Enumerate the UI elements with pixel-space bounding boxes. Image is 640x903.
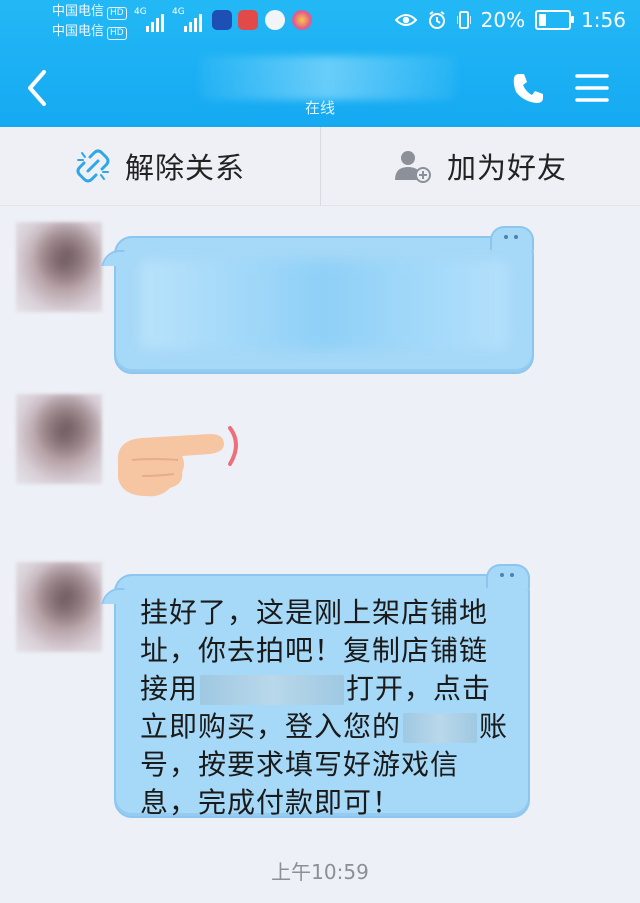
- pointing-hand-icon: [117, 426, 238, 497]
- message-text: 挂好了，这是刚上架店铺地址，你去拍吧！复制店铺链接用 打开，点击立即购买，登入您的…: [140, 594, 510, 822]
- app-notification-icon: [212, 10, 232, 30]
- carrier-2: 中国电信 HD: [52, 24, 127, 40]
- hd-badge: HD: [107, 27, 127, 40]
- clock: 1:56: [581, 8, 626, 32]
- phone-icon: [513, 74, 543, 103]
- battery-percent: 20%: [480, 8, 526, 32]
- status-right: 20% 1:56: [394, 8, 626, 32]
- bubble-hippo-decoration: [490, 226, 534, 250]
- vibrate-icon: [456, 11, 471, 29]
- gallery-app-icon: [292, 10, 312, 30]
- bubble-tail: [101, 250, 125, 266]
- carrier-2-label: 中国电信: [52, 24, 105, 39]
- add-friend-label: 加为好友: [446, 151, 567, 185]
- menu-button[interactable]: [574, 70, 610, 106]
- book-app-icon: [238, 10, 258, 30]
- pointing-hand-emoji[interactable]: [112, 418, 248, 502]
- hd-badge: HD: [107, 7, 127, 20]
- redacted-app-name: [200, 675, 345, 705]
- redacted-message: [140, 260, 508, 350]
- carrier-1: 中国电信 HD: [52, 4, 127, 20]
- sender-avatar[interactable]: [16, 562, 102, 652]
- sender-avatar[interactable]: [16, 394, 102, 484]
- bubble-hippo-decoration: [486, 564, 530, 588]
- message-bubble-1[interactable]: [101, 226, 534, 374]
- relationship-action-bar: 解除关系 加为好友: [0, 127, 640, 206]
- bubble-tail: [101, 588, 125, 604]
- contact-name-redacted: [200, 56, 456, 100]
- eye-icon: [394, 14, 417, 26]
- add-person-icon: [394, 151, 431, 183]
- carrier-1-label: 中国电信: [52, 4, 105, 19]
- call-button[interactable]: [508, 68, 548, 108]
- top-bar: 中国电信 HD 中国电信 HD 4G 4G 20% 1:56 在线: [0, 0, 640, 127]
- broken-link-icon: [76, 149, 110, 183]
- battery-icon: [535, 10, 575, 30]
- unlink-label: 解除关系: [124, 151, 245, 185]
- unlink-relationship-button[interactable]: 解除关系: [0, 127, 320, 205]
- alarm-icon: [428, 11, 445, 29]
- signal-icon: [184, 8, 202, 32]
- redacted-account-type: [403, 713, 478, 743]
- network-type-2: 4G: [172, 7, 185, 17]
- network-type-1: 4G: [134, 7, 147, 17]
- sender-avatar[interactable]: [16, 222, 102, 312]
- browser-app-icon: [265, 10, 285, 30]
- status-bar: 中国电信 HD 中国电信 HD 4G 4G 20% 1:56: [0, 0, 640, 44]
- signal-icon: [146, 8, 164, 32]
- add-friend-button[interactable]: 加为好友: [320, 127, 640, 205]
- message-timestamp: 上午10:59: [271, 860, 369, 884]
- hamburger-menu-icon: [575, 74, 609, 102]
- message-bubble-3[interactable]: 挂好了，这是刚上架店铺地址，你去拍吧！复制店铺链接用 打开，点击立即购买，登入您的…: [101, 564, 530, 819]
